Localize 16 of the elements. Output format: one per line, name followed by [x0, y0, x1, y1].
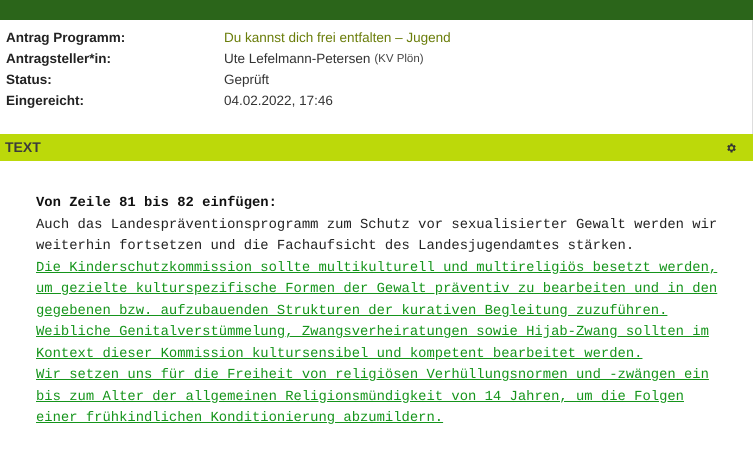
- meta-note: (KV Plön): [374, 52, 424, 67]
- amendment-heading: Von Zeile 81 bis 82 einfügen:: [36, 194, 278, 213]
- meta-value: 04.02.2022, 17:46: [224, 92, 333, 110]
- meta-value: Geprüft: [224, 71, 270, 90]
- section-title: TEXT: [5, 138, 41, 157]
- inserted-paragraph: Wir setzen uns für die Freiheit von religiösen Verhüllungsnormen und -zwängen ein bis zum Alter der allgemeinen Religionsmündigkeit von 14 Jahren, um die Folgen einer frühkindlichen Konditionierung abzumildern.: [36, 366, 710, 428]
- inserted-paragraph: Weibliche Genitalverstümmelung, Zwangsverheiratungen sowie Hijab-Zwang sollten im Kontext dieser Kommission kultursensibel und kompetent bearbeitet werden.: [36, 323, 710, 364]
- meta-label: Antrag Programm:: [5, 29, 126, 48]
- meta-label: Eingereicht:: [5, 92, 86, 110]
- settings-icon[interactable]: [725, 142, 737, 154]
- program-link[interactable]: Du kannst dich frei entfalten – Jugend: [224, 28, 451, 49]
- paragraph: Auch das Landespräventionsprogramm zum Schutz vor sexualisierter Gewalt werden wir weiterhin fortsetzen und die Fachaufsicht des Landesjugendamtes stärken.: [36, 216, 718, 256]
- meta-label: Antragsteller*in:: [5, 50, 112, 68]
- meta-label: Status:: [5, 71, 53, 90]
- meta-value: Ute Lefelmann-Petersen: [224, 50, 370, 68]
- inserted-paragraph: Die Kinderschutzkommission sollte multikulturell und multireligiös besetzt werden, um gezielte kulturspezifische Formen der Gewalt präventiv zu bearbeiten und in den gegebenen bzw. aufzubauenden Strukturen der kurativen Begleitung zuzuführen.: [36, 258, 718, 320]
